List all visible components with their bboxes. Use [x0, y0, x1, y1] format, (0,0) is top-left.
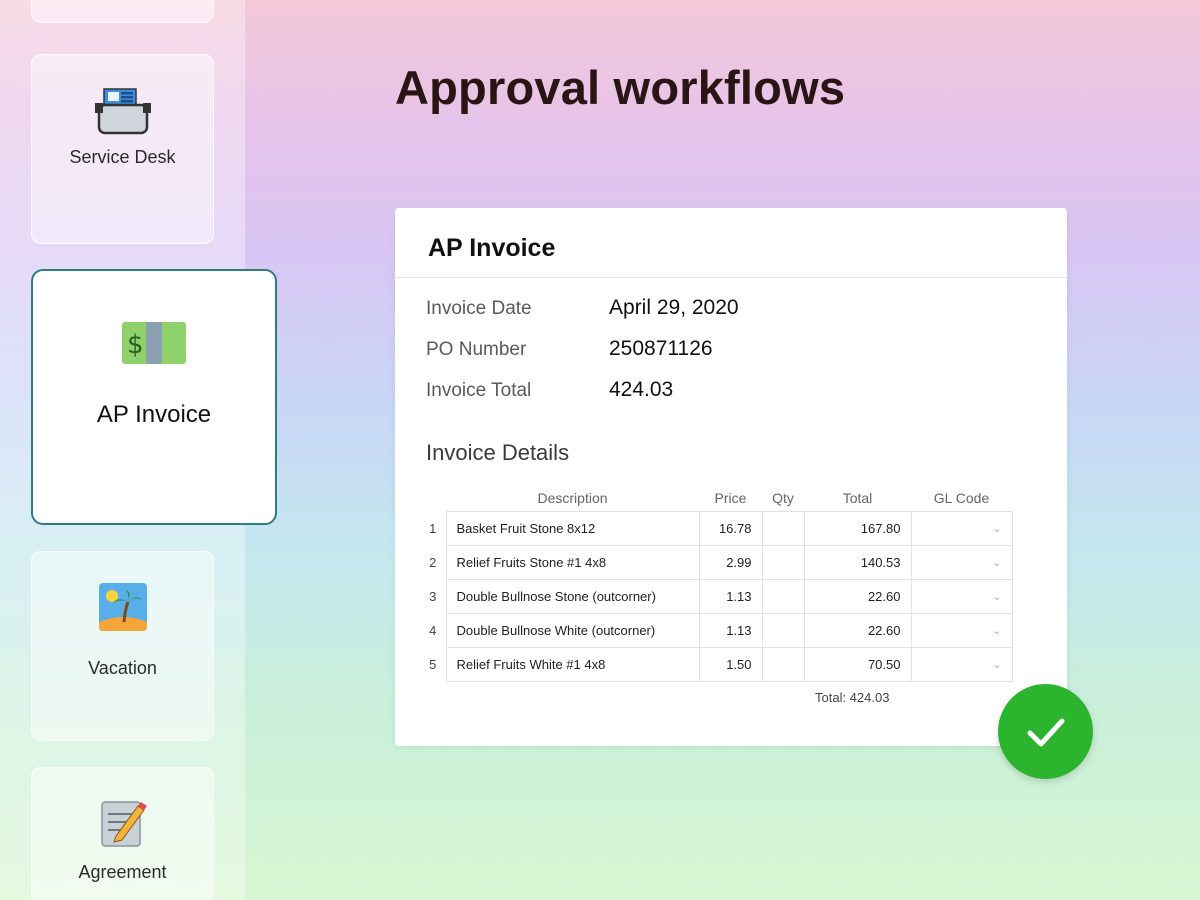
workflow-sidebar: Service Desk $ AP Invoice Vacation Agree…: [0, 0, 277, 900]
island-icon: [98, 582, 148, 632]
row-number: 4: [429, 622, 437, 638]
cell-description[interactable]: Double Bullnose White (outcorner): [445, 612, 700, 648]
cell-total[interactable]: 167.80: [803, 510, 912, 546]
invoice-panel: AP Invoice Invoice Date April 29, 2020 P…: [395, 208, 1067, 746]
column-header-gl-code: GL Code: [933, 490, 990, 507]
gl-code-dropdown[interactable]: ⌄: [910, 578, 1013, 614]
cell-qty[interactable]: [761, 578, 805, 614]
workflow-card-label: Vacation: [88, 658, 157, 678]
workflow-card-vacation[interactable]: Vacation: [31, 551, 214, 741]
gl-code-dropdown[interactable]: ⌄: [910, 544, 1013, 580]
workflow-card-label: Service Desk: [69, 147, 176, 167]
invoice-items-table: Description Price Qty Total GL Code 1 Ba…: [426, 486, 1013, 682]
workflow-card-agreement[interactable]: Agreement: [31, 767, 214, 900]
cell-price[interactable]: 2.99: [698, 544, 763, 580]
chevron-down-icon: ⌄: [992, 658, 1002, 671]
cell-price[interactable]: 16.78: [698, 510, 763, 546]
chevron-down-icon: ⌄: [992, 624, 1002, 637]
cell-total[interactable]: 140.53: [803, 544, 912, 580]
chevron-down-icon: ⌄: [992, 522, 1002, 535]
cell-total[interactable]: 22.60: [803, 612, 912, 648]
gl-code-dropdown[interactable]: ⌄: [910, 510, 1013, 546]
gl-code-dropdown[interactable]: ⌄: [910, 646, 1013, 682]
row-number: 1: [429, 520, 437, 536]
chevron-down-icon: ⌄: [992, 590, 1002, 603]
page-title: Approval workflows: [395, 61, 846, 114]
cell-description[interactable]: Double Bullnose Stone (outcorner): [445, 578, 700, 614]
table-row: 5 Relief Fruits White #1 4x8 1.50 70.50 …: [426, 646, 1013, 682]
money-icon: $: [121, 321, 187, 373]
cell-price[interactable]: 1.13: [698, 612, 763, 648]
cell-qty[interactable]: [761, 544, 805, 580]
cell-total[interactable]: 22.60: [803, 578, 912, 614]
table-row: 1 Basket Fruit Stone 8x12 16.78 167.80 ⌄: [426, 510, 1013, 546]
gl-code-dropdown[interactable]: ⌄: [910, 612, 1013, 648]
table-row: 3 Double Bullnose Stone (outcorner) 1.13…: [426, 578, 1013, 614]
row-number: 2: [429, 554, 437, 570]
cell-description[interactable]: Relief Fruits White #1 4x8: [445, 646, 700, 682]
workflow-card-label: Agreement: [78, 862, 167, 882]
cell-price[interactable]: 1.50: [698, 646, 763, 682]
workflow-card-service-desk[interactable]: Service Desk: [31, 54, 214, 244]
invoice-details-title: Invoice Details: [426, 440, 570, 465]
cell-description[interactable]: Relief Fruits Stone #1 4x8: [445, 544, 700, 580]
field-value: 424.03: [609, 378, 674, 401]
approve-button[interactable]: [998, 684, 1093, 779]
table-row: 4 Double Bullnose White (outcorner) 1.13…: [426, 612, 1013, 648]
field-label: PO Number: [426, 339, 527, 360]
field-label: Invoice Date: [426, 298, 532, 319]
memo-pencil-icon: [98, 796, 148, 848]
field-value: 250871126: [609, 337, 713, 360]
cell-description[interactable]: Basket Fruit Stone 8x12: [445, 510, 700, 546]
table-header-row: Description Price Qty Total GL Code: [426, 486, 1012, 511]
workflow-card-ap-invoice[interactable]: $ AP Invoice: [31, 269, 277, 525]
workflow-card-partial[interactable]: [31, 0, 214, 23]
row-number: 3: [429, 588, 437, 604]
cell-total[interactable]: 70.50: [803, 646, 912, 682]
column-header-description: Description: [537, 490, 608, 507]
invoice-total-line: Total: 424.03: [815, 690, 890, 705]
cell-price[interactable]: 1.13: [698, 578, 763, 614]
column-header-price: Price: [714, 490, 747, 507]
field-value: April 29, 2020: [609, 296, 739, 319]
column-header-qty: Qty: [772, 490, 794, 507]
cell-qty[interactable]: [761, 510, 805, 546]
field-label: Invoice Total: [426, 380, 532, 401]
checkmark-icon: [1027, 718, 1064, 746]
table-row: 2 Relief Fruits Stone #1 4x8 2.99 140.53…: [426, 544, 1013, 580]
workflow-card-label: AP Invoice: [96, 401, 212, 428]
cell-qty[interactable]: [761, 612, 805, 648]
row-number: 5: [429, 656, 437, 672]
chevron-down-icon: ⌄: [992, 556, 1002, 569]
column-header-total: Total: [842, 490, 873, 507]
cell-qty[interactable]: [761, 646, 805, 682]
invoice-title: AP Invoice: [395, 208, 1067, 278]
service-desk-icon: [90, 87, 156, 139]
svg-text:$: $: [127, 330, 144, 360]
